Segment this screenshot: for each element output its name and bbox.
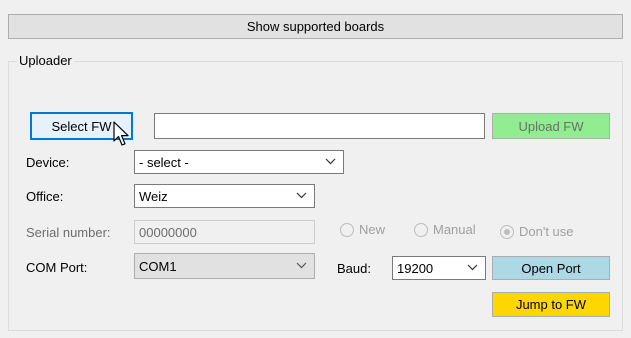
serial-option-manual[interactable]: Manual [414,222,476,237]
upload-fw-button[interactable]: Upload FW [492,113,610,139]
baud-selected-value: 19200 [397,260,434,276]
radio-icon [414,222,428,237]
office-label: Office: [26,189,64,204]
chevron-down-icon [296,262,307,269]
office-dropdown[interactable]: Weiz [134,184,315,208]
uploader-groupbox [8,61,623,331]
serial-option-new-label: New [359,222,386,237]
com-port-selected-value: COM1 [139,258,177,274]
radio-icon [340,222,354,237]
device-label: Device: [26,155,70,170]
device-selected-value: - select - [139,154,189,170]
show-supported-boards-button[interactable]: Show supported boards [8,14,623,39]
serial-option-dont-use-label: Don't use [519,224,574,239]
serial-option-new[interactable]: New [340,222,385,237]
serial-option-manual-label: Manual [433,222,476,237]
fw-path-field[interactable] [154,113,485,139]
chevron-down-icon [325,158,336,165]
uploader-group-title: Uploader [17,52,74,69]
open-port-button[interactable]: Open Port [492,256,610,280]
office-selected-value: Weiz [139,188,168,204]
select-fw-button[interactable]: Select FW [30,112,133,140]
baud-label: Baud: [337,261,371,276]
chevron-down-icon [467,264,478,271]
serial-number-label: Serial number: [26,225,111,240]
serial-number-field[interactable]: 00000000 [134,220,315,244]
baud-dropdown[interactable]: 19200 [392,256,486,280]
chevron-down-icon [296,192,307,199]
com-port-label: COM Port: [26,260,88,275]
serial-number-value: 00000000 [139,224,197,240]
com-port-dropdown[interactable]: COM1 [134,253,315,279]
serial-option-dont-use[interactable]: Don't use [500,224,574,239]
radio-checked-icon [500,224,514,239]
device-dropdown[interactable]: - select - [134,150,344,174]
jump-to-fw-button[interactable]: Jump to FW [492,292,610,317]
